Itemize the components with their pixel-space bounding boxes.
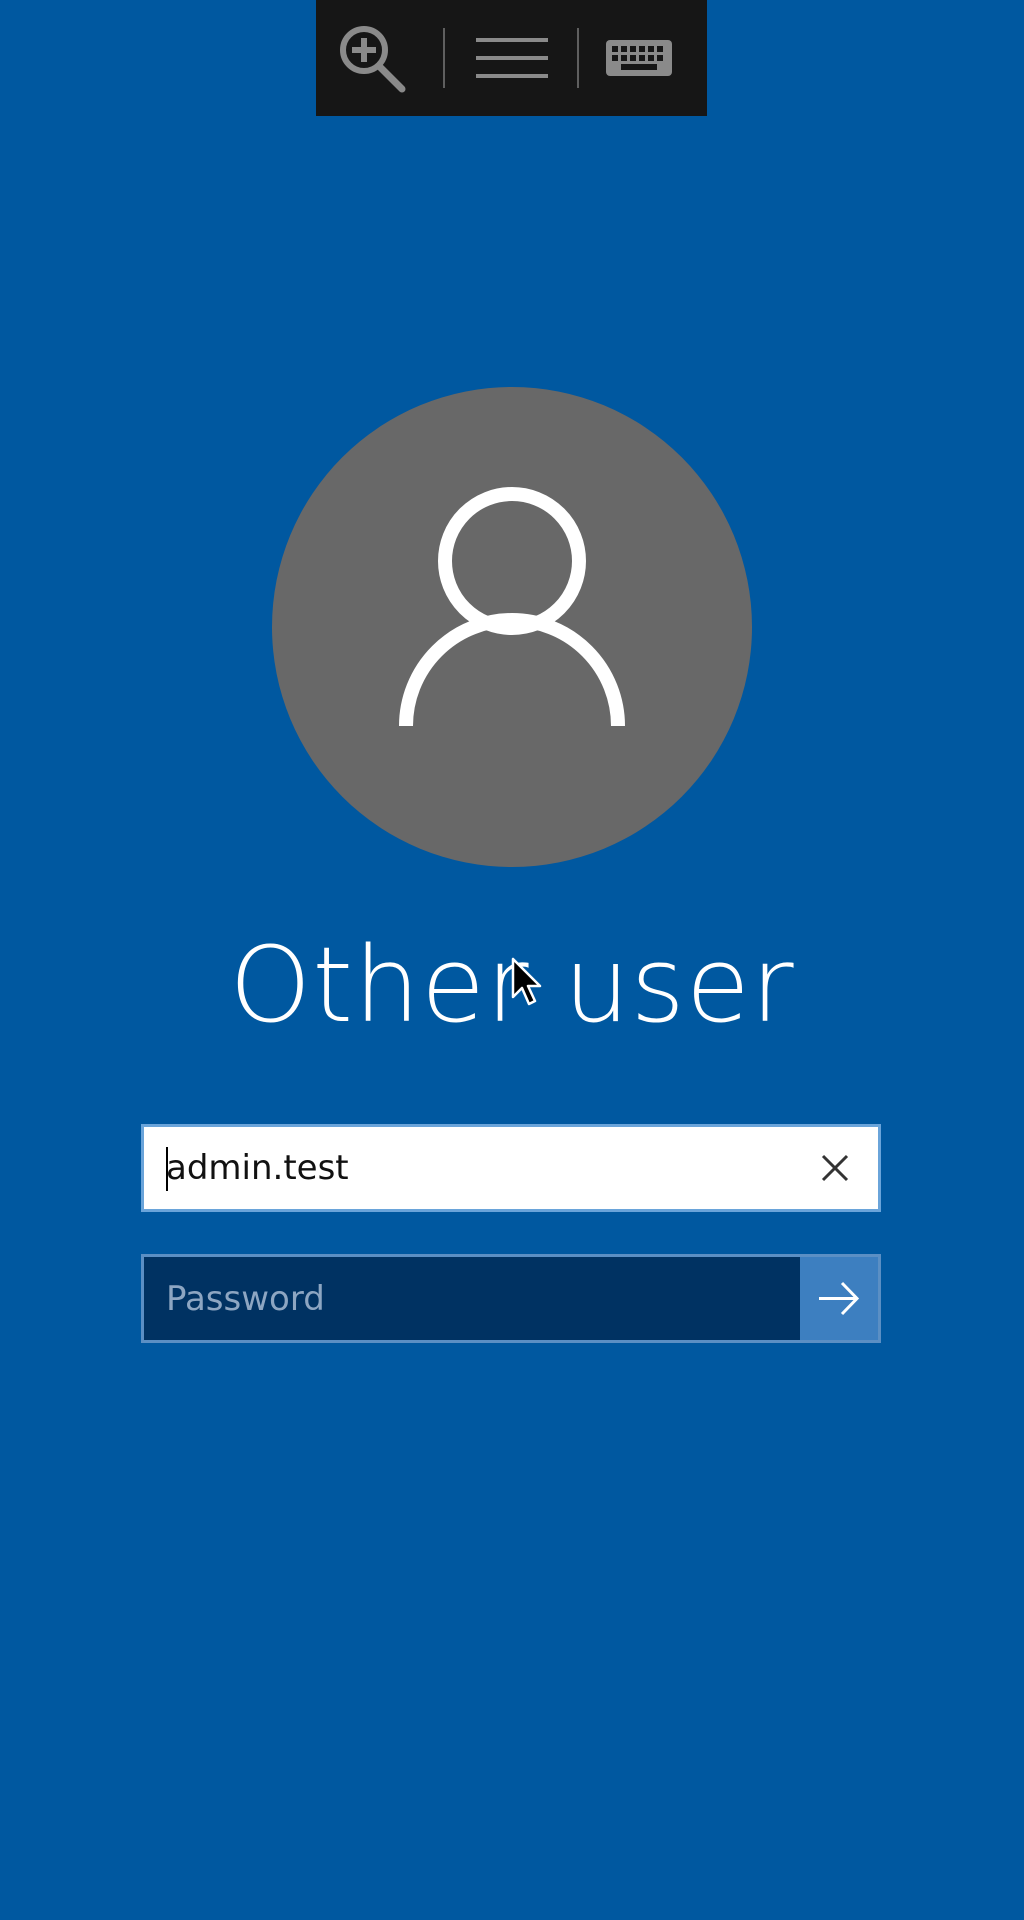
sign-in-submit-button[interactable]	[800, 1257, 878, 1340]
accessibility-toolbar	[316, 0, 707, 116]
arrow-right-icon	[819, 1281, 860, 1316]
user-silhouette-icon	[399, 487, 625, 727]
hamburger-menu-icon	[476, 38, 548, 78]
close-x-icon	[821, 1154, 849, 1182]
magnifier-zoom-icon	[340, 26, 406, 93]
on-screen-keyboard-button[interactable]	[596, 0, 696, 116]
menu-button[interactable]	[462, 0, 562, 116]
user-avatar	[272, 387, 752, 867]
toolbar-divider	[443, 28, 445, 88]
username-field[interactable]: admin.test	[141, 1124, 881, 1212]
on-screen-keyboard-icon	[606, 40, 672, 76]
username-value[interactable]: admin.test	[166, 1127, 349, 1209]
mouse-pointer-icon	[511, 957, 542, 1006]
password-field-container	[141, 1254, 881, 1343]
password-input[interactable]	[144, 1257, 794, 1340]
toolbar-divider	[577, 28, 579, 88]
text-caret	[166, 1147, 168, 1191]
clear-username-button[interactable]	[800, 1127, 870, 1209]
magnifier-zoom-button[interactable]	[330, 0, 430, 116]
